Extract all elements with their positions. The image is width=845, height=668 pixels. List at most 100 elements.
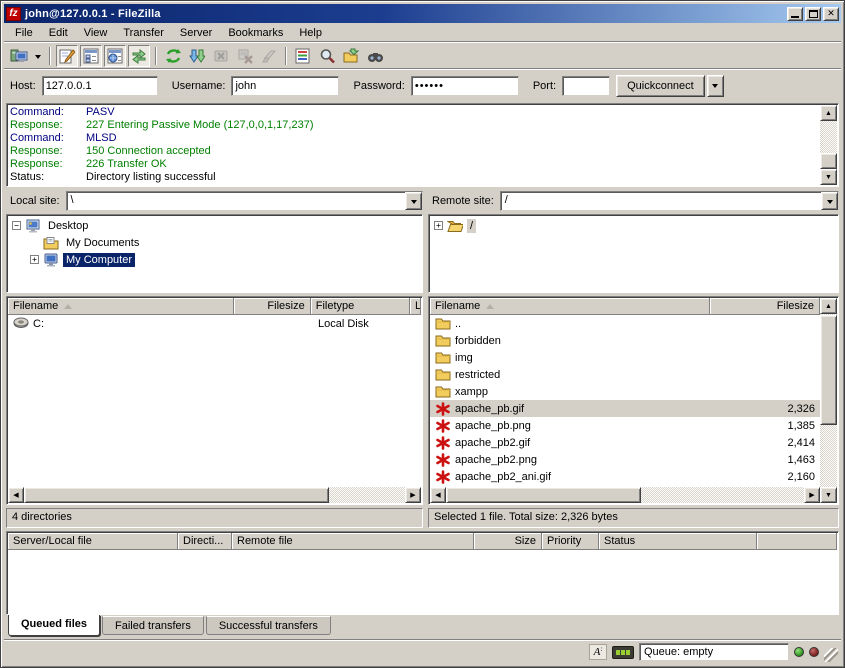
column-header-filename[interactable]: Filename — [8, 298, 234, 315]
site-manager-dropdown[interactable] — [32, 46, 44, 66]
menu-transfer[interactable]: Transfer — [116, 25, 171, 41]
remote-tree[interactable]: + / — [428, 214, 839, 293]
refresh-button[interactable] — [162, 45, 184, 67]
folder-icon — [435, 351, 451, 365]
resize-grip[interactable] — [824, 648, 838, 662]
username-input[interactable] — [231, 76, 339, 96]
process-queue-button[interactable] — [186, 45, 208, 67]
open-folder-icon — [447, 219, 463, 233]
remote-site-combobox[interactable]: / — [500, 191, 839, 211]
remote-pane: Remote site: / + / — [428, 190, 839, 528]
file-row[interactable]: apache_pb2.gif 2,414 — [430, 434, 820, 451]
column-header-priority[interactable]: Priority — [542, 533, 599, 550]
remote-horizontal-scrollbar[interactable]: ◀ ▶ — [430, 487, 820, 503]
toggle-transfer-queue-button[interactable] — [128, 45, 150, 67]
synchronized-browsing-button[interactable] — [340, 45, 362, 67]
password-input[interactable] — [411, 76, 519, 96]
minimize-button[interactable] — [787, 7, 803, 21]
tree-item-desktop[interactable]: − Desktop — [8, 217, 421, 234]
close-button[interactable]: ✕ — [823, 7, 839, 21]
local-list-rows[interactable]: C: Local Disk — [8, 315, 421, 487]
column-header-size[interactable]: Size — [474, 533, 542, 550]
toggle-remote-tree-button[interactable] — [104, 45, 126, 67]
cancel-operation-button[interactable] — [210, 45, 232, 67]
local-tree[interactable]: − Desktop — [6, 214, 423, 293]
collapse-icon[interactable]: − — [12, 221, 21, 230]
quickconnect-dropdown[interactable] — [707, 75, 724, 97]
toggle-local-tree-button[interactable] — [80, 45, 102, 67]
menu-server[interactable]: Server — [173, 25, 219, 41]
file-row[interactable]: forbidden — [430, 332, 820, 349]
toggle-message-log-button[interactable] — [56, 45, 78, 67]
tab-queued-files[interactable]: Queued files — [8, 615, 100, 636]
file-row[interactable]: apache_pb2.png 1,463 — [430, 451, 820, 468]
file-row[interactable]: xampp — [430, 383, 820, 400]
reconnect-button[interactable] — [258, 45, 280, 67]
site-manager-button[interactable] — [8, 45, 30, 67]
scroll-down-button[interactable]: ▼ — [820, 169, 837, 185]
scroll-right-button[interactable]: ▶ — [405, 487, 421, 503]
scroll-left-button[interactable]: ◀ — [8, 487, 24, 503]
host-label: Host: — [10, 80, 36, 92]
queue-body[interactable] — [8, 550, 837, 613]
directory-comparison-button[interactable] — [316, 45, 338, 67]
log-vertical-scrollbar[interactable]: ▲ ▼ — [820, 105, 837, 185]
file-row[interactable]: img — [430, 349, 820, 366]
menu-view[interactable]: View — [77, 25, 115, 41]
tab-successful-transfers[interactable]: Successful transfers — [206, 616, 331, 635]
filter-button[interactable] — [292, 45, 314, 67]
local-site-dropdown[interactable] — [405, 192, 422, 210]
tab-failed-transfers[interactable]: Failed transfers — [102, 616, 204, 635]
scroll-thumb[interactable] — [446, 487, 641, 503]
column-header-remote-file[interactable]: Remote file — [232, 533, 474, 550]
menu-bookmarks[interactable]: Bookmarks — [221, 25, 290, 41]
file-row[interactable]: restricted — [430, 366, 820, 383]
column-header-filename[interactable]: Filename — [430, 298, 710, 315]
scroll-right-button[interactable]: ▶ — [804, 487, 820, 503]
scroll-down-button[interactable]: ▼ — [820, 487, 837, 503]
expand-icon[interactable]: + — [30, 255, 39, 264]
scroll-up-button[interactable]: ▲ — [820, 105, 837, 121]
tree-item-my-documents[interactable]: My Documents — [8, 234, 421, 251]
column-header-filesize[interactable]: Filesize — [234, 298, 310, 315]
menu-help[interactable]: Help — [292, 25, 329, 41]
title-bar[interactable]: fz john@127.0.0.1 - FileZilla ✕ — [4, 4, 841, 23]
scroll-thumb[interactable] — [24, 487, 329, 503]
remote-list-rows[interactable]: .. forbidden img restricted — [430, 315, 820, 487]
menu-file[interactable]: File — [8, 25, 40, 41]
column-header-filetype[interactable]: Filetype — [311, 298, 410, 315]
file-row[interactable]: .. — [430, 315, 820, 332]
local-horizontal-scrollbar[interactable]: ◀ ▶ — [8, 487, 421, 503]
local-site-combobox[interactable]: \ — [66, 191, 423, 211]
file-row-selected[interactable]: apache_pb.gif 2,326 — [430, 400, 820, 417]
column-header-direction[interactable]: Directi... — [178, 533, 232, 550]
find-files-button[interactable] — [364, 45, 386, 67]
port-input[interactable] — [562, 76, 610, 96]
scroll-thumb[interactable] — [820, 153, 837, 169]
tree-item-my-computer[interactable]: + My Computer — [8, 251, 421, 268]
tree-item-root[interactable]: + / — [430, 217, 837, 234]
quickconnect-button[interactable]: Quickconnect — [616, 75, 705, 97]
scroll-thumb[interactable] — [820, 315, 837, 425]
file-row[interactable]: apache_pb2_ani.gif 2,160 — [430, 468, 820, 485]
file-size: 2,326 — [787, 403, 815, 415]
file-row[interactable]: apache_pb.png 1,385 — [430, 417, 820, 434]
column-header-server-local-file[interactable]: Server/Local file — [8, 533, 178, 550]
scroll-up-button[interactable]: ▲ — [820, 298, 837, 314]
expand-icon[interactable]: + — [434, 221, 443, 230]
column-header-last-modified[interactable]: L — [410, 298, 421, 315]
disconnect-button[interactable] — [234, 45, 256, 67]
scroll-left-button[interactable]: ◀ — [430, 487, 446, 503]
menu-edit[interactable]: Edit — [42, 25, 75, 41]
remote-site-dropdown[interactable] — [821, 192, 838, 210]
file-row-c-drive[interactable]: C: Local Disk — [8, 315, 421, 332]
maximize-button[interactable] — [805, 7, 821, 21]
toolbar-separator — [285, 47, 287, 65]
column-header-status[interactable]: Status — [599, 533, 757, 550]
port-label: Port: — [533, 80, 556, 92]
remote-vertical-scrollbar[interactable]: ▲ ▼ — [820, 298, 837, 503]
column-header-filesize[interactable]: Filesize — [710, 298, 820, 315]
host-input[interactable] — [42, 76, 158, 96]
message-log-body[interactable]: Command:PASV Response:227 Entering Passi… — [8, 105, 820, 185]
sort-ascending-icon — [486, 300, 494, 309]
